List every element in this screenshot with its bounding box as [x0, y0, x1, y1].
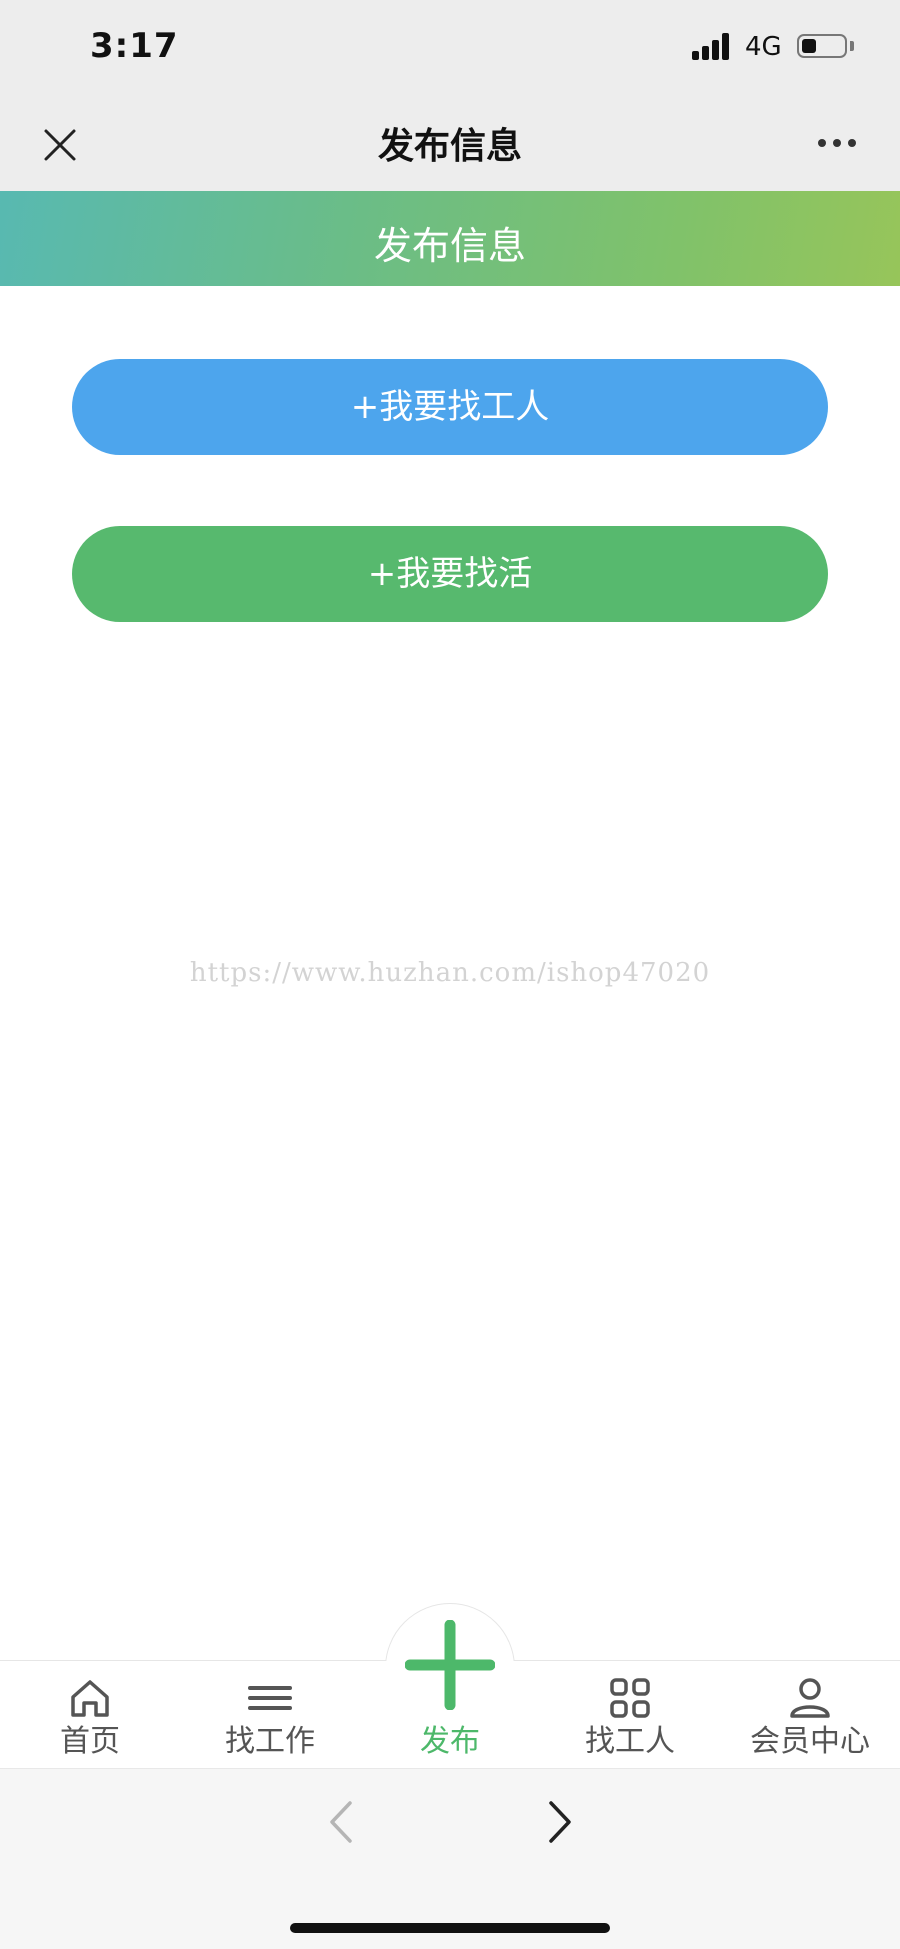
- tab-label-home: 首页: [60, 1724, 120, 1759]
- tab-label-member-center: 会员中心: [750, 1724, 870, 1759]
- user-icon: [788, 1676, 832, 1720]
- find-worker-button[interactable]: +我要找工人: [72, 359, 828, 455]
- banner-title: 发布信息: [373, 224, 526, 268]
- find-job-button[interactable]: +我要找活: [72, 526, 828, 622]
- menu-icon: [248, 1676, 292, 1720]
- tab-member-center[interactable]: 会员中心: [720, 1660, 900, 1768]
- header-banner: 发布信息: [0, 191, 900, 286]
- tab-label-find-worker: 找工人: [585, 1724, 675, 1759]
- watermark-text: https://www.huzhan.com/ishop47020: [189, 958, 711, 988]
- tab-label-publish: 发布: [420, 1724, 480, 1759]
- signal-icon: [692, 32, 732, 60]
- battery-icon: [797, 34, 847, 58]
- grid-icon: [608, 1676, 652, 1720]
- nav-bar: 发布信息: [0, 95, 900, 191]
- tab-publish[interactable]: 发布: [360, 1660, 540, 1768]
- chevron-left-icon[interactable]: [326, 1799, 356, 1845]
- browser-toolbar: [0, 1768, 900, 1949]
- home-icon: [68, 1676, 112, 1720]
- tab-find-worker[interactable]: 找工人: [540, 1660, 720, 1768]
- status-bar: 3:17 4G: [0, 0, 900, 95]
- tab-label-find-job: 找工作: [225, 1724, 315, 1759]
- home-indicator: [290, 1923, 610, 1933]
- chevron-right-icon[interactable]: [545, 1799, 575, 1845]
- tab-find-job[interactable]: 找工作: [180, 1660, 360, 1768]
- network-type: 4G: [745, 32, 782, 62]
- page-title: 发布信息: [377, 126, 522, 167]
- more-icon[interactable]: [812, 133, 862, 153]
- tab-home[interactable]: 首页: [0, 1660, 180, 1768]
- battery-tip: [850, 41, 854, 51]
- status-time: 3:17: [90, 26, 179, 66]
